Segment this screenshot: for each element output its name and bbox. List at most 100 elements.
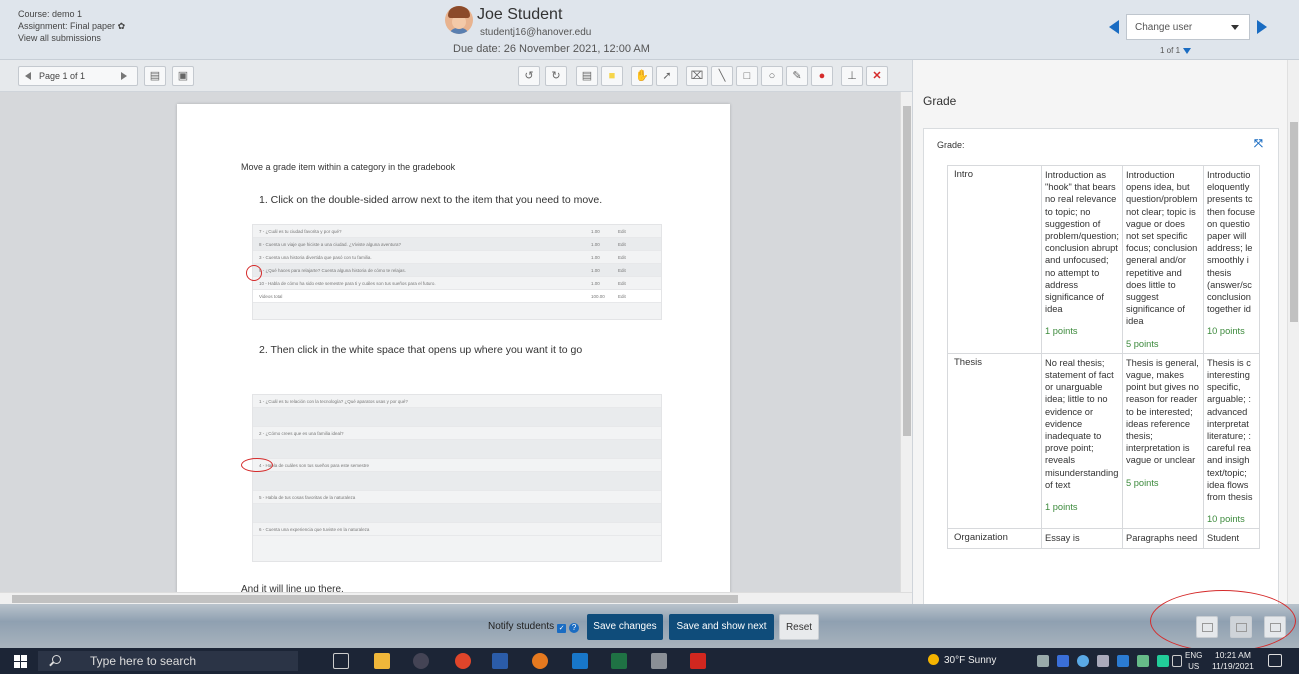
tray-app-icon[interactable] [1157,655,1169,667]
annotation-color-button[interactable]: ■ [601,66,623,86]
document-vertical-scrollbar[interactable] [900,92,912,592]
oval-tool-button[interactable]: ○ [761,66,783,86]
save-and-show-next-button[interactable]: Save and show next [669,614,774,640]
word-icon[interactable] [492,653,508,669]
weather-widget[interactable]: 30°F Sunny [928,654,996,666]
screenshot-row-text: Videos total [259,294,283,299]
rubric-level[interactable]: Introductio eloquently presents tc then … [1203,165,1260,354]
rubric-level[interactable]: Thesis is general, vague, makes point bu… [1122,352,1204,530]
document-horizontal-scrollbar[interactable] [0,592,912,604]
rubric-level[interactable]: Student [1203,528,1260,549]
grade-label: Grade: [937,140,965,150]
document-tail-text: And it will line up there. [241,584,344,592]
grade-panel-scrollbar[interactable] [1287,60,1299,614]
rubric-level[interactable]: Thesis is c interesting specific, arguab… [1203,352,1260,530]
notify-students-toggle[interactable]: Notify students ✓? [488,621,580,633]
filter-icon[interactable] [1183,47,1192,54]
screenshot-row-text: 3 - Cuenta una historia divertida que pa… [259,255,372,260]
line-tool-button[interactable]: ╲ [711,66,733,86]
rubric-level-points: 10 points [1207,326,1245,337]
reset-button[interactable]: Reset [779,614,819,640]
rubric-table: Intro Introduction as "hook" that bears … [947,165,1260,549]
tray-app-icon[interactable] [1057,655,1069,667]
rubric-level[interactable]: Essay is [1041,528,1123,549]
checkbox-icon[interactable]: ✓ [557,624,567,633]
pen-icon: ✎ [792,70,802,82]
firefox-icon[interactable] [532,653,548,669]
rubric-level[interactable]: Introduction opens idea, but question/pr… [1122,165,1204,354]
network-icon[interactable] [1137,655,1149,667]
snip-icon[interactable] [413,653,429,669]
screenshot-row-edit: Edit [618,255,626,260]
previous-page-icon[interactable] [25,72,31,80]
gear-icon[interactable]: ✿ [118,21,126,31]
yellow-color-icon: ■ [608,70,616,82]
rubric-level[interactable]: Introduction as "hook" that bears no rea… [1041,165,1123,354]
chrome-icon[interactable] [455,653,471,669]
next-user-icon[interactable] [1257,20,1267,34]
windows-start-icon[interactable] [14,655,27,668]
rotate-right-button[interactable]: ↻ [545,66,567,86]
page-navigator[interactable]: Page 1 of 1 [18,66,138,86]
screenshot-row-value: 1.00 [591,255,600,260]
grader-window: Course: demo 1 Assignment: Final paper ✿… [0,0,1299,674]
document-title: Move a grade item within a category in t… [241,162,456,172]
user-count-label: 1 of 1 [1160,46,1181,55]
hand-icon: ✋ [635,70,649,82]
highlight-tool-button[interactable]: ● [811,66,833,86]
pan-button[interactable]: ✋ [631,66,653,86]
excel-icon[interactable] [611,653,627,669]
page-label: Page 1 of 1 [39,71,86,81]
assignment-label[interactable]: Assignment: Final paper [18,21,115,31]
document-viewer[interactable]: Move a grade item within a category in t… [0,92,900,592]
previous-user-icon[interactable] [1109,20,1119,34]
screenshot-row-text: 10 - Habla de cómo ha sido este semestre… [259,281,436,286]
help-icon[interactable]: ? [569,623,580,633]
search-comments-button[interactable]: ▤ [144,66,166,86]
notification-icon[interactable] [1268,654,1282,667]
course-link[interactable]: Course: demo 1 [18,8,125,20]
task-view-icon[interactable] [333,653,349,669]
select-button[interactable]: ➚ [656,66,678,86]
volume-icon[interactable] [1172,655,1182,667]
taskbar-clock[interactable]: 10:21 AM 11/19/2021 [1212,650,1254,672]
change-user-select[interactable]: Change user [1126,14,1250,40]
outlook-icon[interactable] [572,653,588,669]
expand-icon[interactable]: ⤧ [1254,139,1264,150]
scrollbar-thumb[interactable] [1290,122,1298,322]
rubric-level[interactable]: No real thesis; statement of fact or una… [1041,352,1123,530]
grader-header: Course: demo 1 Assignment: Final paper ✿… [0,0,1299,60]
rubric-level[interactable]: Paragraphs need [1122,528,1204,549]
taskbar-search[interactable]: Type here to search [38,651,298,671]
file-explorer-icon[interactable] [374,653,390,669]
tray-app-icon[interactable] [1097,655,1109,667]
rubric-level-text: Student [1207,533,1240,544]
assignment-link[interactable]: Assignment: Final paper ✿ [18,20,125,32]
lang-top: ENG [1185,651,1203,660]
rectangle-tool-button[interactable]: □ [736,66,758,86]
save-changes-button[interactable]: Save changes [587,614,663,640]
calculator-icon[interactable] [651,653,667,669]
screenshot-row-text: 6 - Cuenta una experiencia que tuviste e… [259,527,370,532]
view-all-submissions-link[interactable]: View all submissions [18,32,125,44]
stamp-picker-button[interactable]: ✕ [866,66,888,86]
document-page[interactable]: Move a grade item within a category in t… [177,104,730,592]
user-name[interactable]: Joe Student [477,6,562,24]
expand-comments-button[interactable]: ▣ [172,66,194,86]
language-indicator[interactable]: ENG US [1185,650,1202,672]
tray-app-icon[interactable] [1037,655,1049,667]
stamp-tool-button[interactable]: ⊥ [841,66,863,86]
stamp-icon: ⊥ [847,70,857,82]
next-page-icon[interactable] [121,72,127,80]
rotate-left-button[interactable]: ↺ [518,66,540,86]
onedrive-icon[interactable] [1077,655,1089,667]
pen-tool-button[interactable]: ✎ [786,66,808,86]
rubric-level-text: Thesis is general, vague, makes point bu… [1126,357,1199,466]
acrobat-icon[interactable] [690,653,706,669]
tray-app-icon[interactable] [1117,655,1129,667]
rubric-level-text: Thesis is c interesting specific, arguab… [1207,357,1253,503]
scrollbar-thumb[interactable] [12,595,738,603]
comment-color-button[interactable]: ▤ [576,66,598,86]
comment-tool-button[interactable]: ⌧ [686,66,708,86]
scrollbar-thumb[interactable] [903,106,911,436]
